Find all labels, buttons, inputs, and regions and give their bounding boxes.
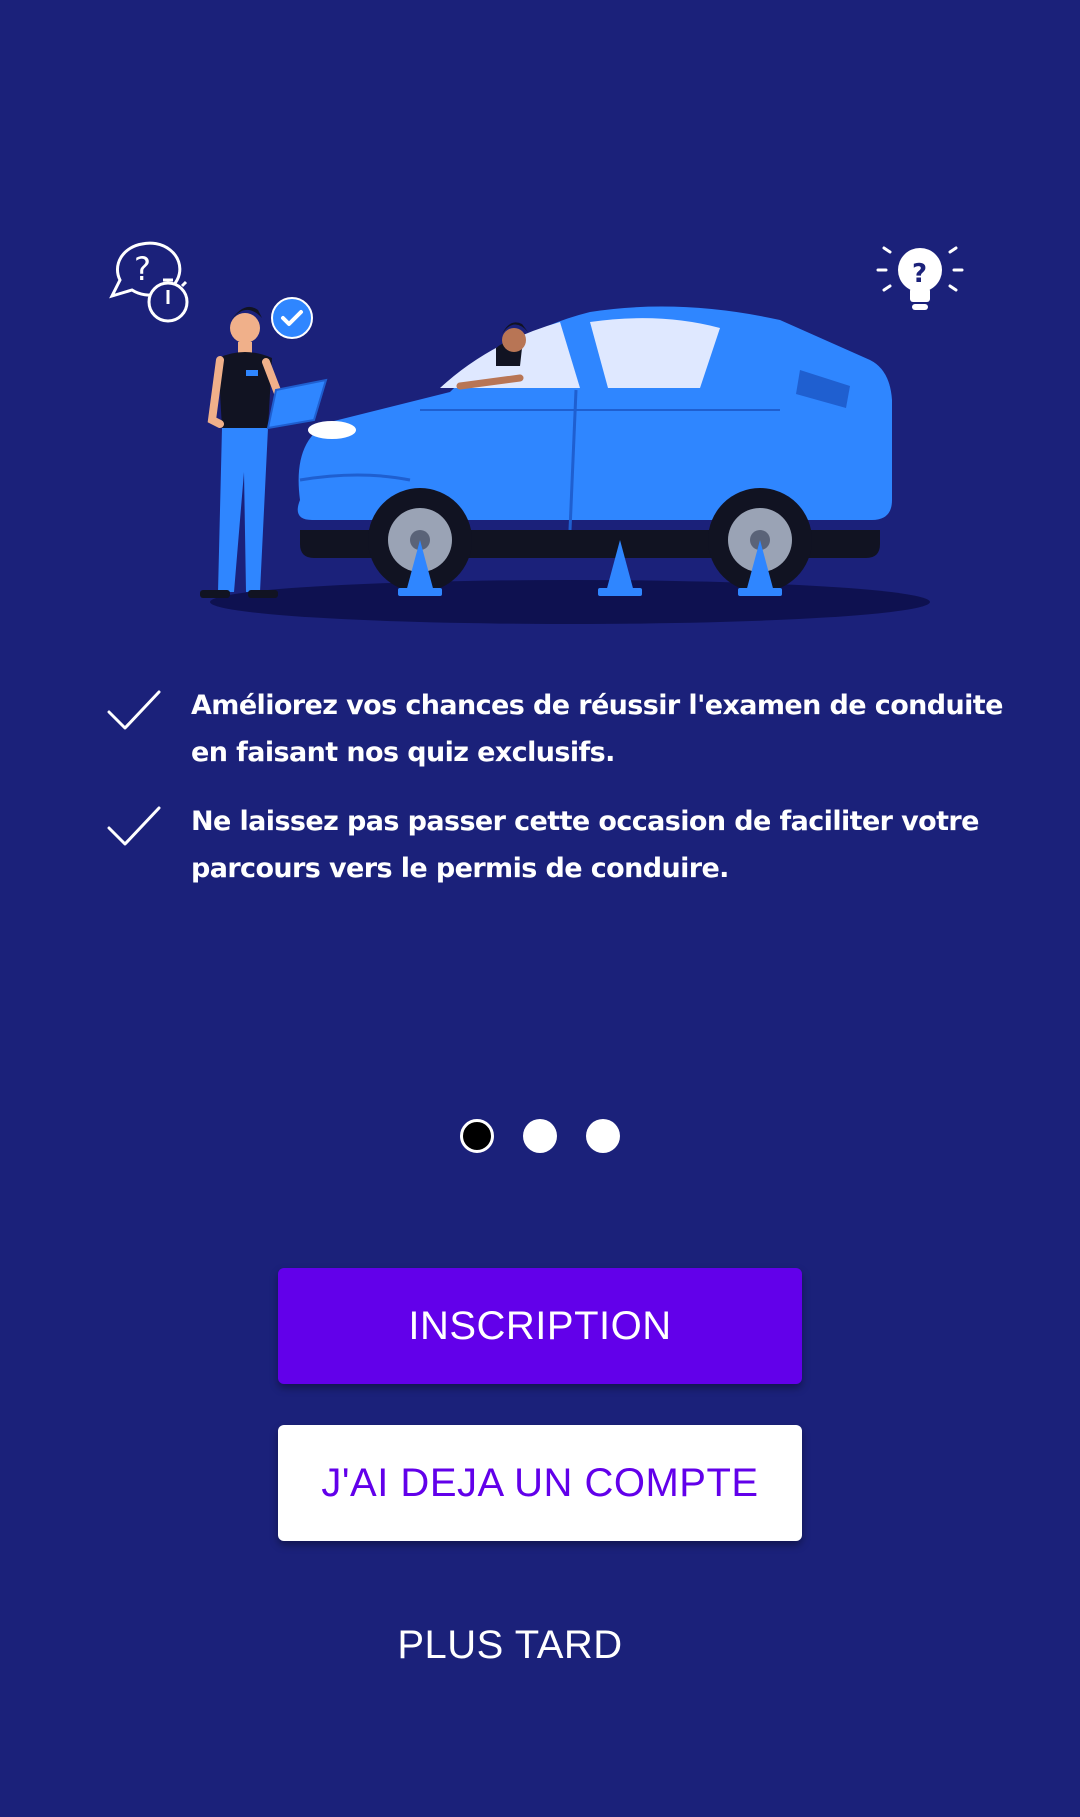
page-dot-3[interactable] [586, 1119, 620, 1153]
later-button[interactable]: PLUS TARD [360, 1610, 660, 1680]
check-icon [107, 690, 161, 730]
feature-item: Ne laissez pas passer cette occasion de … [105, 798, 1005, 892]
login-button[interactable]: J'AI DEJA UN COMPTE [278, 1425, 802, 1541]
page-dot-1[interactable] [460, 1119, 494, 1153]
feature-text: Ne laissez pas passer cette occasion de … [191, 806, 979, 884]
driving-exam-illustration: ? ? [100, 230, 980, 630]
feature-list: Améliorez vos chances de réussir l'exame… [105, 682, 1005, 914]
onboarding-screen: ? ? Améliorez vos chances de réussir l'e… [0, 0, 1080, 1817]
page-indicator [0, 1119, 1080, 1153]
feature-item: Améliorez vos chances de réussir l'exame… [105, 682, 1005, 776]
signup-button[interactable]: INSCRIPTION [278, 1268, 802, 1384]
svg-text:?: ? [912, 259, 927, 289]
lightbulb-question-icon: ? [876, 246, 964, 310]
feature-text: Améliorez vos chances de réussir l'exame… [191, 690, 1003, 768]
car-figure [297, 306, 892, 592]
page-dot-2[interactable] [523, 1119, 557, 1153]
question-timer-icon: ? [109, 241, 189, 323]
approved-badge-icon [271, 297, 313, 339]
check-icon [107, 806, 161, 846]
svg-text:?: ? [134, 250, 151, 288]
